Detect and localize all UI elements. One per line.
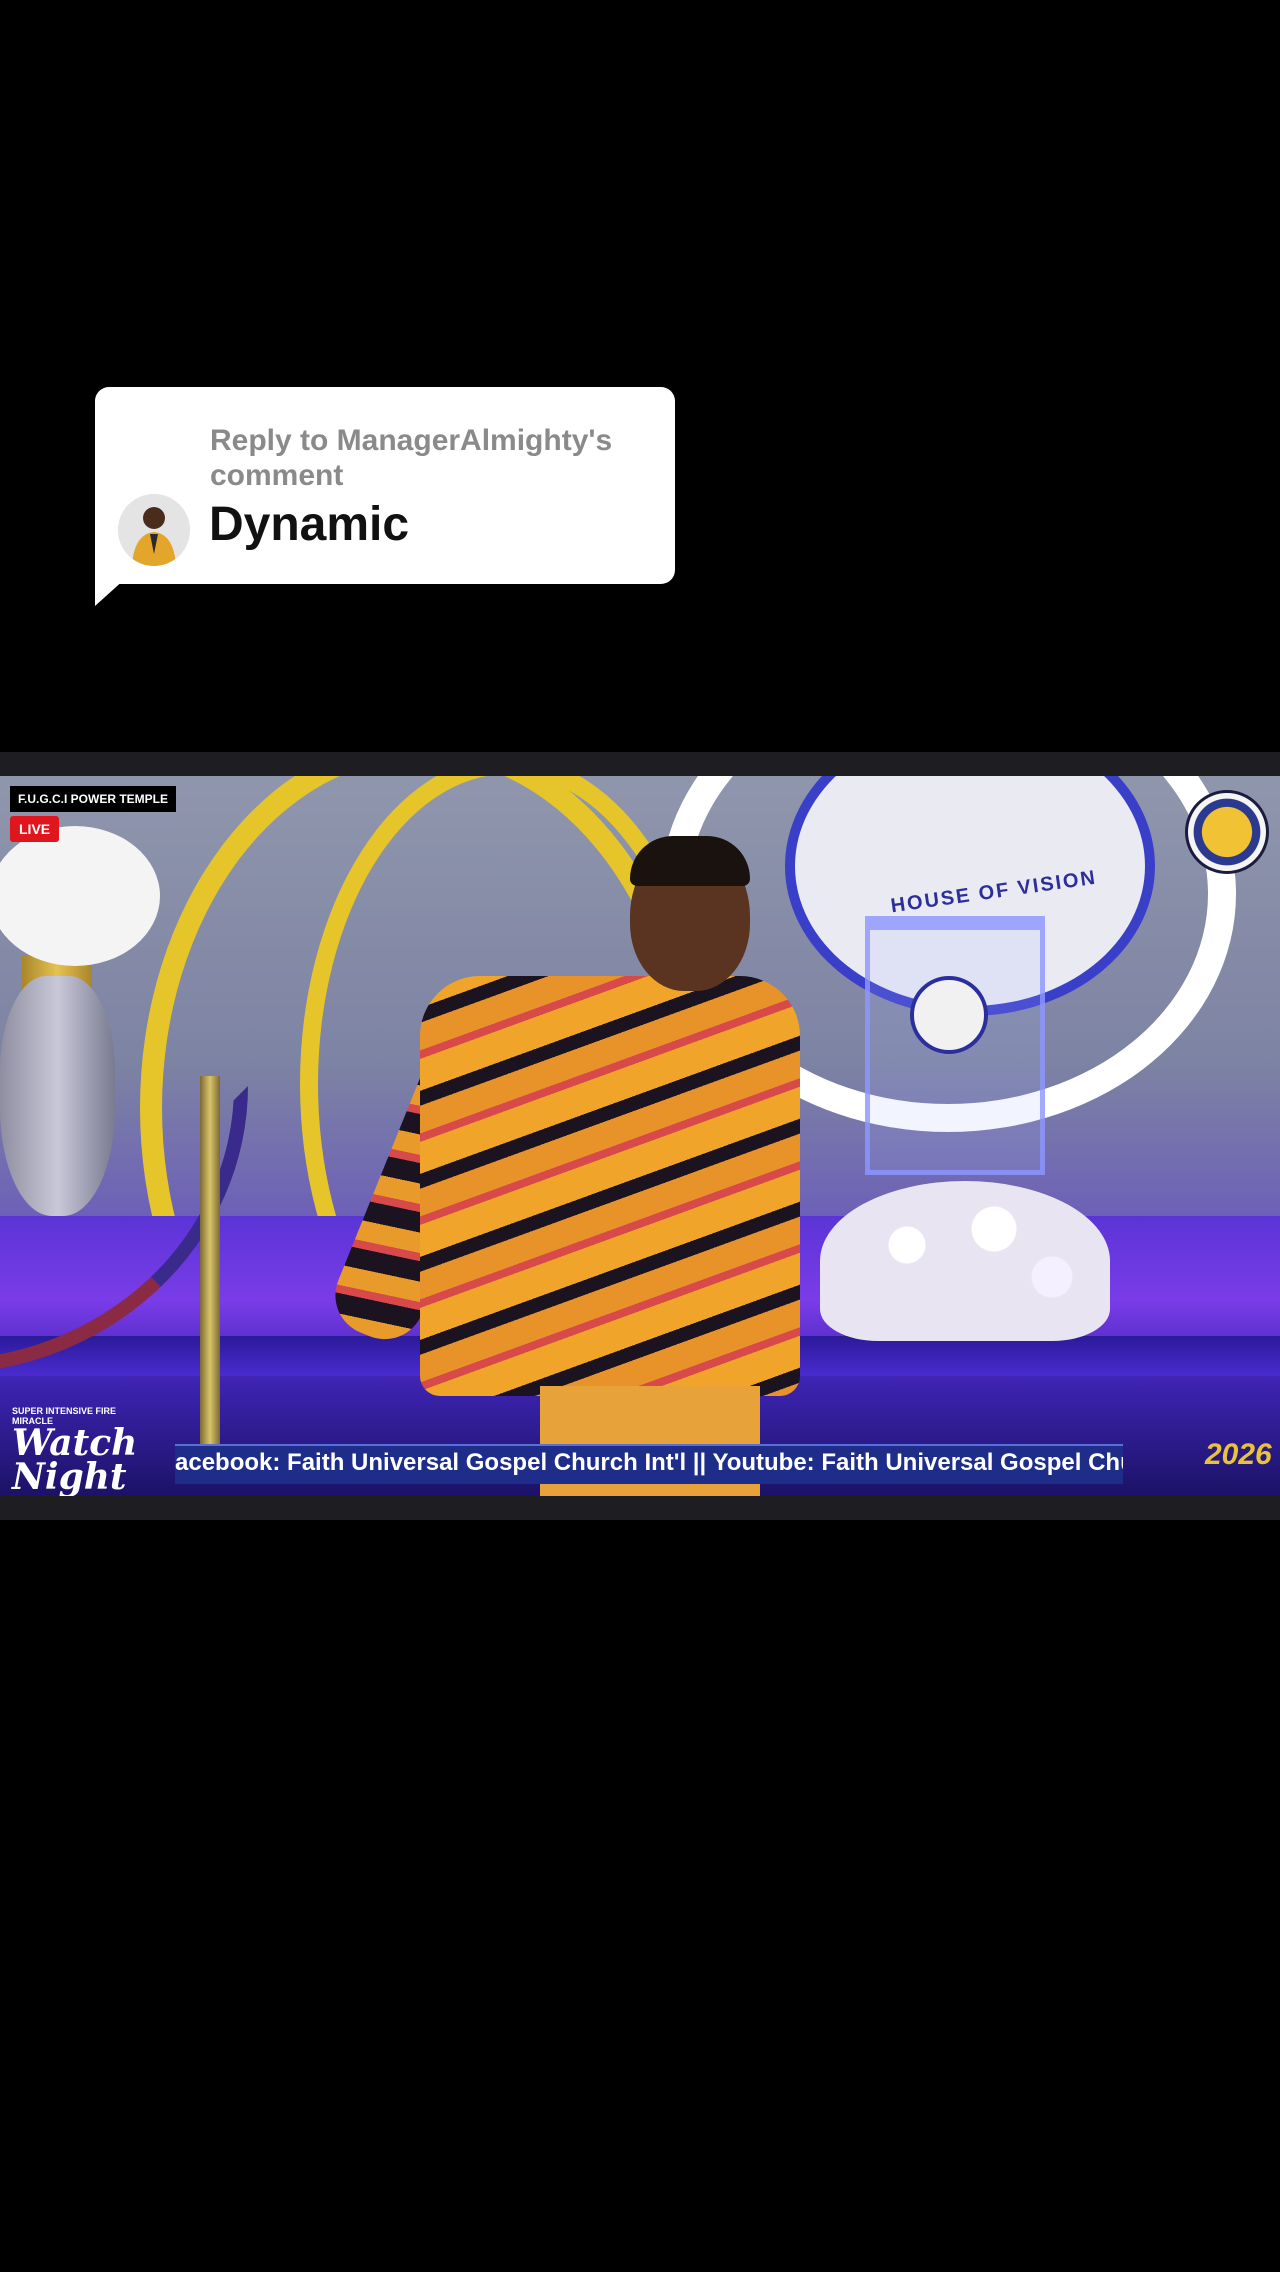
live-badge: LIVE [10,816,60,842]
reply-bubble-tail [95,570,135,606]
avatar-image [118,494,190,566]
reply-comment-bubble[interactable]: Reply to ManagerAlmighty's comment Dynam… [95,387,675,584]
video-player[interactable]: HOUSE OF VISION F.U.G.C.I POWER TEMPLE L… [0,752,1280,1520]
channel-name-tag: F.U.G.C.I POWER TEMPLE [10,786,177,812]
reply-to-label: Reply to ManagerAlmighty's comment [210,424,613,492]
video-content[interactable]: HOUSE OF VISION F.U.G.C.I POWER TEMPLE L… [0,776,1280,1496]
speaker-shirt [420,976,800,1396]
event-title-line2: Night [12,1456,127,1496]
church-logo-icon [1185,790,1269,874]
stanchion-post [200,1076,220,1476]
event-title-line1: Watch [12,1422,138,1464]
flower-arrangement-right [820,1181,1110,1341]
event-logo: SUPER INTENSIVE FIRE MIRACLE Watch Night [12,1406,152,1496]
podium-logo [910,976,988,1054]
year-badge: 2026 [1205,1438,1272,1471]
ticker-text: acebook: Faith Universal Gospel Church I… [175,1449,1123,1476]
reply-comment-text: Dynamic [209,498,410,551]
flower-arrangement-left [0,826,160,966]
speaker-hair [630,836,750,886]
commenter-avatar[interactable] [118,494,190,566]
news-ticker: acebook: Faith Universal Gospel Church I… [175,1444,1123,1484]
